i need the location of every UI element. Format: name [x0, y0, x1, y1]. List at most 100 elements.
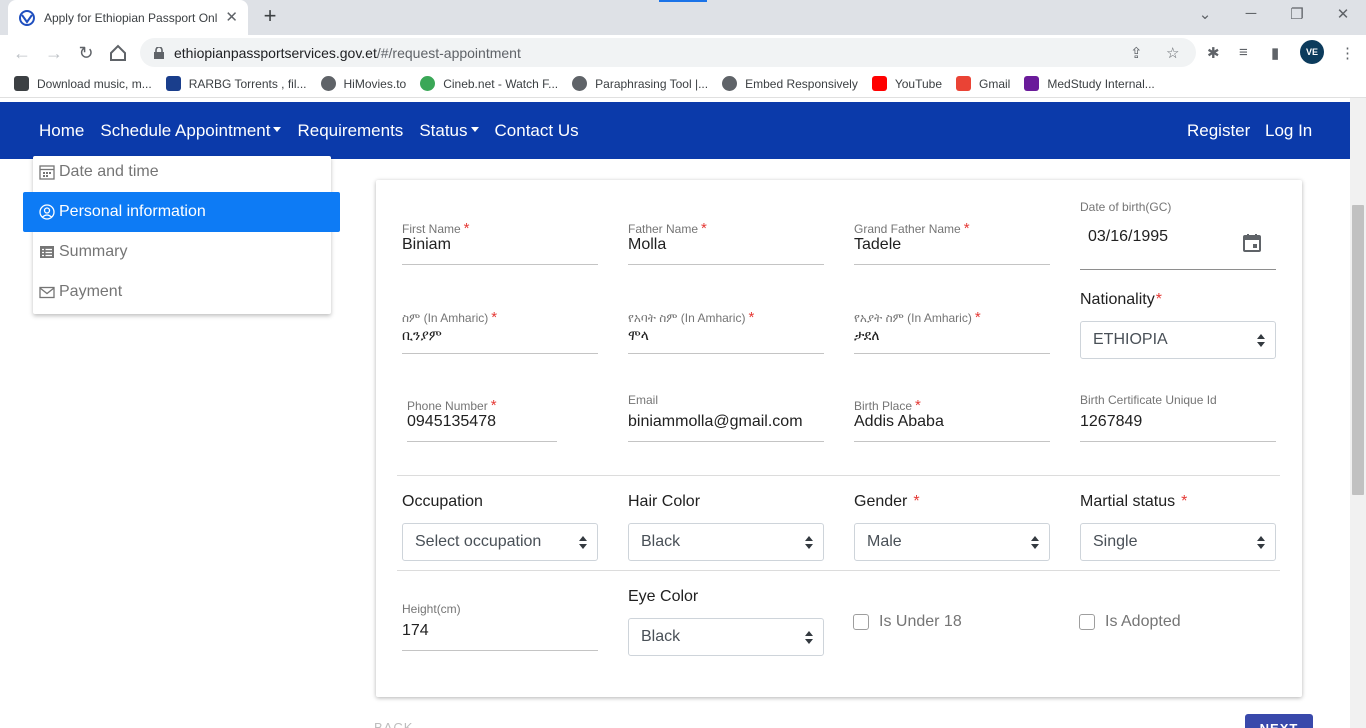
bookmark-item[interactable]: Embed Responsively: [722, 76, 858, 91]
reading-list-icon[interactable]: ≡: [1239, 44, 1248, 61]
menu-icon[interactable]: ⋮: [1340, 44, 1355, 62]
nav-home[interactable]: Home: [39, 121, 84, 141]
browser-toolbar: ← → ↻ ethiopianpassportservices.gov.et/#…: [0, 35, 1366, 70]
eye-color-label: Eye Color: [628, 588, 699, 605]
browser-tab[interactable]: Apply for Ethiopian Passport Onl ✕: [8, 0, 248, 35]
hair-color-value: Black: [641, 533, 681, 550]
extensions-icon[interactable]: ✱: [1207, 44, 1220, 62]
amharic-father-name-field[interactable]: የአባት ስም (In Amharic) * ሞላ: [628, 309, 824, 355]
new-tab-icon[interactable]: +: [258, 5, 282, 29]
step-summary[interactable]: Summary: [33, 232, 331, 272]
birth-place-label: Birth Place *: [854, 397, 921, 414]
required-mark: *: [963, 220, 970, 237]
nav-status[interactable]: Status: [419, 121, 479, 141]
bookmark-star-icon[interactable]: ☆: [1166, 44, 1179, 62]
tab-close-icon[interactable]: ✕: [225, 10, 238, 25]
nav-login[interactable]: Log In: [1265, 102, 1312, 159]
next-button[interactable]: NEXT: [1245, 714, 1313, 728]
nav-schedule-appointment[interactable]: Schedule Appointment: [100, 121, 282, 141]
minimize-icon[interactable]: ─: [1239, 5, 1263, 22]
nav-contact-us[interactable]: Contact Us: [495, 121, 579, 141]
side-panel-icon[interactable]: ▮: [1271, 44, 1279, 62]
profile-avatar[interactable]: VE: [1300, 40, 1324, 64]
amharic-first-name-field[interactable]: ስም (In Amharic) * ቢንያም: [402, 309, 598, 355]
nav-requirements[interactable]: Requirements: [297, 121, 403, 141]
restore-icon[interactable]: ❐: [1285, 5, 1309, 23]
occupation-select[interactable]: Select occupation: [402, 523, 598, 561]
bookmark-item[interactable]: YouTube: [871, 76, 942, 91]
gender-select[interactable]: Male: [854, 523, 1050, 561]
field-underline: [854, 353, 1050, 354]
calendar-icon: [39, 164, 55, 180]
field-underline: [402, 264, 598, 265]
field-underline: [628, 441, 824, 442]
required-mark: *: [701, 220, 707, 237]
calendar-picker-icon[interactable]: [1242, 233, 1262, 253]
under-18-checkbox[interactable]: Is Under 18: [853, 613, 962, 631]
field-underline: [402, 650, 598, 651]
nationality-select[interactable]: ETHIOPIA: [1080, 321, 1276, 359]
bookmark-item[interactable]: MedStudy Internal...: [1024, 76, 1155, 91]
bookmark-item[interactable]: Cineb.net - Watch F...: [420, 76, 558, 91]
step-label: Personal information: [59, 203, 206, 220]
marital-status-select[interactable]: Single: [1080, 523, 1276, 561]
father-name-field[interactable]: Father Name * Molla: [628, 220, 824, 266]
birth-place-label-text: Birth Place: [854, 399, 913, 413]
bookmark-label: MedStudy Internal...: [1047, 76, 1155, 91]
home-icon[interactable]: [107, 42, 129, 64]
youtube-icon: [871, 76, 887, 91]
birth-place-value: Addis Ababa: [854, 413, 944, 430]
step-personal-information[interactable]: Personal information: [23, 192, 340, 232]
bookmark-item[interactable]: HiMovies.to: [320, 76, 406, 91]
amharic-father-name-label: የአባት ስም (In Amharic) *: [628, 309, 754, 326]
share-icon[interactable]: ⇪: [1130, 44, 1143, 62]
address-bar[interactable]: ethiopianpassportservices.gov.et/#/reque…: [140, 38, 1196, 67]
first-name-field[interactable]: First Name * Biniam: [402, 220, 598, 266]
eye-color-field: Eye Color Black: [628, 588, 824, 658]
select-arrows-icon: [1031, 534, 1039, 550]
back-arrow-icon[interactable]: ←: [11, 42, 33, 64]
dob-label: Date of birth(GC): [1080, 200, 1172, 214]
hair-color-select[interactable]: Black: [628, 523, 824, 561]
birth-place-field[interactable]: Birth Place * Addis Ababa: [854, 397, 1050, 443]
nationality-label: Nationality*: [1080, 291, 1162, 309]
tab-search-icon[interactable]: ⌄: [1193, 5, 1217, 23]
grandfather-name-field[interactable]: Grand Father Name * Tadele: [854, 220, 1050, 266]
page-scrollbar[interactable]: [1350, 98, 1366, 728]
scrollbar-thumb[interactable]: [1352, 205, 1364, 495]
amharic-grandfather-name-value: ታደለ: [854, 327, 880, 343]
adopted-checkbox[interactable]: Is Adopted: [1079, 613, 1181, 631]
step-payment[interactable]: Payment: [33, 272, 331, 312]
marital-status-field: Martial status * Single: [1080, 493, 1276, 563]
phone-number-field[interactable]: Phone Number * 0945135478: [407, 397, 557, 443]
email-value: biniammolla@gmail.com: [628, 413, 803, 430]
birth-certificate-id-field[interactable]: Birth Certificate Unique Id 1267849: [1080, 393, 1276, 443]
bookmark-item[interactable]: Gmail: [956, 76, 1010, 91]
close-window-icon[interactable]: ✕: [1331, 5, 1355, 23]
reload-icon[interactable]: ↻: [75, 42, 97, 64]
amharic-grandfather-name-field[interactable]: የአያት ስም (In Amharic) * ታደለ: [854, 309, 1050, 355]
amharic-first-name-label-text: ስም (In Amharic): [402, 311, 489, 325]
phone-number-label: Phone Number *: [407, 397, 497, 414]
user-circle-icon: [39, 204, 55, 220]
gender-value: Male: [867, 533, 902, 550]
required-mark: *: [491, 309, 498, 326]
checkbox-box[interactable]: [1079, 614, 1095, 630]
eye-color-select[interactable]: Black: [628, 618, 824, 656]
bookmark-item[interactable]: Download music, m...: [14, 76, 152, 91]
bookmark-label: Download music, m...: [37, 76, 152, 91]
back-button[interactable]: BACK: [374, 720, 413, 728]
under-18-label: Is Under 18: [879, 613, 962, 630]
bookmark-item[interactable]: Paraphrasing Tool |...: [572, 76, 708, 91]
checkbox-box[interactable]: [853, 614, 869, 630]
nav-register[interactable]: Register: [1187, 102, 1250, 159]
bookmark-item[interactable]: RARBG Torrents , fil...: [165, 76, 307, 91]
date-of-birth-field[interactable]: Date of birth(GC) 03/16/1995: [1080, 200, 1276, 272]
nationality-field: Nationality* ETHIOPIA: [1080, 291, 1276, 361]
forward-arrow-icon[interactable]: →: [43, 42, 65, 64]
height-field[interactable]: Height(cm) 174: [402, 602, 598, 652]
occupation-field: Occupation Select occupation: [402, 493, 598, 563]
required-mark: *: [915, 397, 921, 414]
step-date-and-time[interactable]: Date and time: [33, 152, 331, 192]
email-field[interactable]: Email biniammolla@gmail.com: [628, 393, 824, 443]
